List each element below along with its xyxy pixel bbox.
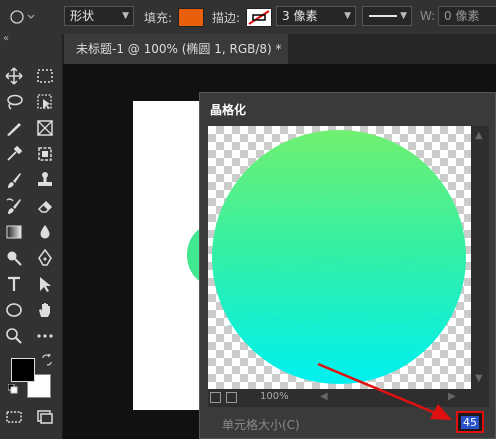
annotation-arrow xyxy=(317,362,452,420)
